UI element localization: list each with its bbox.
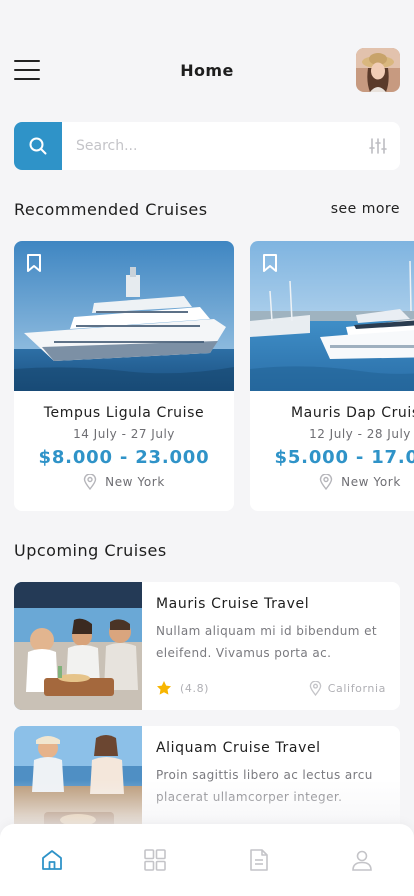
trip-description: Nullam aliquam mi id bibendum et eleifen…: [156, 624, 377, 660]
friends-on-boat-photo: [14, 582, 142, 710]
trip-name: Aliquam Cruise Travel: [156, 740, 321, 756]
cruise-dates: 12 July - 28 July: [309, 427, 411, 441]
location-pin-icon: [83, 474, 97, 490]
upcoming-cruise-item[interactable]: Mauris Cruise Travel Nullam aliquam mi i…: [14, 582, 400, 710]
cruise-name: Mauris Dap Cruise: [290, 405, 414, 421]
recommended-carousel[interactable]: Tempus Ligula Cruise 14 July - 27 July $…: [14, 241, 414, 511]
trip-location: California: [309, 680, 386, 696]
avatar[interactable]: [356, 48, 400, 92]
section-title: Upcoming Cruises: [14, 540, 167, 560]
nav-document[interactable]: [235, 836, 283, 884]
grid-icon: [144, 849, 167, 871]
page-title: Home: [180, 60, 234, 80]
see-more-link[interactable]: see more: [331, 201, 400, 217]
bottom-nav: [0, 824, 414, 896]
rating-value: (4.8): [180, 681, 210, 695]
cruise-price: $5.000 - 17.000: [274, 447, 414, 468]
bookmark-icon[interactable]: [262, 253, 278, 273]
bookmark-icon[interactable]: [26, 253, 42, 273]
nav-home[interactable]: [28, 836, 76, 884]
document-icon: [249, 849, 268, 871]
nav-grid[interactable]: [131, 836, 179, 884]
cruise-price: $8.000 - 23.000: [38, 447, 210, 468]
search-bar: [14, 122, 400, 170]
filter-sliders-icon[interactable]: [356, 137, 400, 155]
cruise-ship-photo: [14, 241, 234, 391]
location-pin-icon: [319, 474, 333, 490]
cruise-name: Tempus Ligula Cruise: [43, 405, 205, 421]
user-icon: [352, 850, 373, 871]
search-icon: [29, 137, 47, 155]
hamburger-menu-icon[interactable]: [14, 60, 40, 80]
cruise-location: New York: [250, 474, 414, 490]
star-icon: [157, 681, 171, 695]
recommended-header: Recommended Cruises see more: [14, 198, 400, 220]
header: Home: [14, 48, 400, 92]
cruise-location: New York: [14, 474, 234, 490]
yacht-marina-photo: [250, 241, 414, 391]
home-icon: [41, 850, 62, 870]
location-label: New York: [105, 475, 165, 489]
trip-name: Mauris Cruise Travel: [156, 596, 310, 612]
section-title: Recommended Cruises: [14, 199, 208, 219]
trip-description: Proin sagittis libero ac lectus arcu pla…: [156, 768, 373, 804]
cruise-card[interactable]: Tempus Ligula Cruise 14 July - 27 July $…: [14, 241, 234, 511]
cruise-card[interactable]: Mauris Dap Cruise 12 July - 28 July $5.0…: [250, 241, 414, 511]
search-input[interactable]: [62, 138, 356, 154]
upcoming-header: Upcoming Cruises: [14, 539, 400, 561]
location-label: California: [327, 681, 386, 695]
location-pin-icon: [309, 680, 322, 696]
search-button[interactable]: [14, 122, 62, 170]
location-label: New York: [341, 475, 401, 489]
cruise-dates: 14 July - 27 July: [73, 427, 175, 441]
nav-profile[interactable]: [338, 836, 386, 884]
rating: (4.8): [156, 680, 209, 696]
